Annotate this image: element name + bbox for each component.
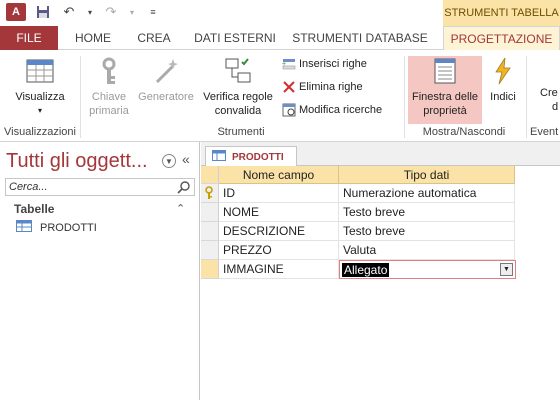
- field-name-cell[interactable]: NOME: [219, 203, 339, 222]
- ribbon: Visualizza ▾ Visualizzazioni Chiave prim…: [0, 50, 560, 142]
- tab-progettazione[interactable]: PROGETTAZIONE: [443, 26, 560, 51]
- test-validation-button[interactable]: Verifica regole convalida: [198, 56, 278, 118]
- property-sheet-button[interactable]: Finestra delle proprietà: [408, 56, 482, 124]
- data-type-cell[interactable]: Valuta: [339, 241, 515, 260]
- navigation-pane: Tutti gli oggett... ▼ « Cerca... Tabelle…: [0, 142, 200, 400]
- save-icon[interactable]: [34, 3, 52, 21]
- row-selector-active[interactable]: [201, 260, 219, 279]
- builder-button[interactable]: Generatore: [134, 56, 198, 104]
- nav-group-tables[interactable]: Tabelle: [14, 202, 54, 216]
- data-type-cell[interactable]: Testo breve: [339, 222, 515, 241]
- insert-rows-icon: +: [282, 57, 296, 71]
- undo-icon[interactable]: ↶: [60, 3, 78, 21]
- test-validation-label-2: convalida: [214, 105, 262, 117]
- tab-file[interactable]: FILE: [0, 26, 58, 50]
- doc-tab-prodotti[interactable]: PRODOTTI: [205, 146, 297, 167]
- group-visualizzazioni: Visualizzazioni: [4, 126, 76, 138]
- customize-qat-icon[interactable]: ≡: [144, 3, 162, 21]
- tab-strumenti-database[interactable]: STRUMENTI DATABASE: [290, 26, 430, 50]
- property-sheet-label-2: proprietà: [423, 105, 467, 117]
- property-sheet-icon: [430, 56, 460, 86]
- data-type-cell[interactable]: Numerazione automatica: [339, 184, 515, 203]
- context-tools-label: STRUMENTI TABELLA: [443, 0, 560, 26]
- primary-key-icon: [204, 186, 214, 203]
- visualizza-label: Visualizza: [15, 91, 65, 103]
- tab-dati-esterni[interactable]: DATI ESTERNI: [188, 26, 282, 50]
- data-macro-icon: [540, 56, 560, 86]
- doc-tab-label: PRODOTTI: [232, 151, 284, 163]
- nav-pane-title[interactable]: Tutti gli oggett...: [6, 150, 148, 173]
- lightning-icon: [488, 56, 518, 86]
- insert-rows-button[interactable]: + Inserisci righe: [282, 54, 367, 74]
- row-selector[interactable]: [201, 203, 219, 222]
- property-sheet-label-1: Finestra delle: [411, 91, 479, 103]
- test-validation-label-1: Verifica regole: [203, 91, 273, 103]
- group-mostra-nascondi: Mostra/Nascondi: [422, 126, 506, 138]
- undo-dropdown-icon[interactable]: ▾: [86, 3, 94, 21]
- validation-rules-icon: [223, 56, 253, 86]
- nav-item-prodotti[interactable]: PRODOTTI: [16, 220, 97, 235]
- insert-rows-label: Inserisci righe: [299, 58, 367, 70]
- builder-label: Generatore: [138, 91, 194, 103]
- svg-text:+: +: [282, 61, 286, 68]
- delete-rows-icon: [282, 80, 296, 94]
- chevron-up-icon[interactable]: ⌃: [176, 202, 185, 215]
- column-header-type[interactable]: Tipo dati: [339, 166, 515, 184]
- modify-lookups-button[interactable]: Modifica ricerche: [282, 100, 382, 120]
- field-name-cell[interactable]: DESCRIZIONE: [219, 222, 339, 241]
- title-bar: A ↶ ▾ ↷ ▾ ≡ STRUMENTI TABELLA: [0, 0, 560, 26]
- primary-key-label-1: Chiave: [91, 91, 127, 103]
- document-tabs: PRODOTTI: [201, 142, 560, 167]
- nav-search-input[interactable]: Cerca...: [5, 178, 195, 196]
- dropdown-arrow-icon[interactable]: ▼: [500, 263, 513, 276]
- visualizza-button[interactable]: Visualizza ▾: [8, 56, 72, 118]
- create-data-macros-button[interactable]: Cre d: [540, 56, 560, 114]
- nav-item-label: PRODOTTI: [40, 221, 97, 234]
- row-selector[interactable]: [201, 222, 219, 241]
- table-icon: [212, 150, 226, 164]
- collapse-pane-icon[interactable]: «: [182, 151, 190, 167]
- tab-crea[interactable]: CREA: [128, 26, 180, 50]
- document-area: PRODOTTI Nome campo Tipo dati ID Numeraz…: [201, 142, 560, 400]
- column-header-field[interactable]: Nome campo: [219, 166, 339, 184]
- primary-key-button[interactable]: Chiave primaria: [84, 56, 134, 118]
- quick-access-toolbar: A ↶ ▾ ↷ ▾ ≡: [6, 3, 162, 21]
- ribbon-separator: [404, 56, 405, 138]
- create-macro-label-2: d: [552, 101, 559, 113]
- field-name-cell[interactable]: PREZZO: [219, 241, 339, 260]
- indexes-label: Indici: [490, 91, 516, 103]
- modify-lookups-label: Modifica ricerche: [299, 104, 383, 116]
- ribbon-tabs: FILE HOME CREA DATI ESTERNI STRUMENTI DA…: [0, 26, 560, 51]
- group-eventi: Event: [530, 126, 559, 138]
- ribbon-separator: [80, 56, 81, 138]
- table-view-icon: [25, 56, 55, 86]
- create-macro-label-1: Cre: [540, 87, 558, 99]
- ribbon-separator: [526, 56, 527, 138]
- data-type-cell[interactable]: Testo breve: [339, 203, 515, 222]
- primary-key-label-2: primaria: [89, 105, 129, 117]
- key-icon: [94, 56, 124, 86]
- redo-icon[interactable]: ↷: [102, 3, 120, 21]
- magic-wand-icon: [151, 56, 181, 86]
- redo-dropdown-icon[interactable]: ▾: [128, 3, 136, 21]
- delete-rows-label: Elimina righe: [299, 81, 363, 93]
- tab-home[interactable]: HOME: [64, 26, 122, 50]
- indexes-button[interactable]: Indici: [484, 56, 522, 104]
- search-icon[interactable]: [177, 180, 191, 194]
- nav-search-placeholder: Cerca...: [9, 181, 48, 193]
- group-strumenti: Strumenti: [217, 126, 265, 138]
- field-name-cell[interactable]: IMMAGINE: [219, 260, 339, 279]
- chevron-down-icon: ▾: [37, 106, 42, 115]
- row-selector[interactable]: [201, 184, 219, 203]
- access-logo-icon[interactable]: A: [6, 3, 26, 21]
- field-name-cell[interactable]: ID: [219, 184, 339, 203]
- table-icon: [16, 220, 32, 235]
- nav-menu-dropdown-icon[interactable]: ▼: [162, 154, 176, 168]
- delete-rows-button[interactable]: Elimina righe: [282, 77, 363, 97]
- grid-corner[interactable]: [201, 166, 219, 184]
- row-selector[interactable]: [201, 241, 219, 260]
- modify-lookups-icon: [282, 103, 296, 117]
- data-type-selected-value: Allegato: [342, 263, 390, 277]
- data-type-combo[interactable]: Allegato ▼: [339, 260, 516, 279]
